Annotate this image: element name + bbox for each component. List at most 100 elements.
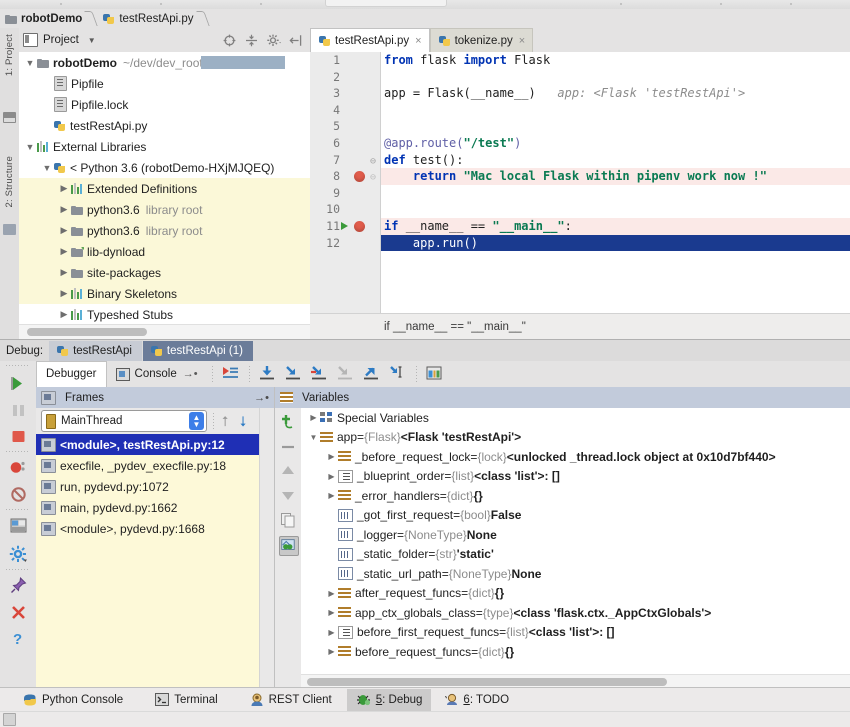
help-icon[interactable]: ? [9,629,28,648]
frames-list[interactable]: <module>, testRestApi.py:12execfile, _py… [36,434,260,689]
view-breakpoints-icon[interactable] [9,458,28,477]
step-over-icon[interactable] [258,364,278,384]
code-line[interactable]: 10 [310,201,850,218]
frame-item[interactable]: main, pydevd.py:1662 [36,497,260,518]
tab-debugger[interactable]: Debugger [36,361,107,388]
move-down-icon[interactable]: ⭣ [240,413,247,430]
code-line[interactable]: 7⊖def test(): [310,152,850,169]
twisty-right-icon[interactable] [57,225,71,236]
editor-tab-testrestapi[interactable]: testRestApi.py × [310,28,430,52]
breadcrumb-item-project[interactable]: robotDemo [0,9,98,28]
variable-row[interactable]: ▶before_request_funcs = {dict} {} [301,642,850,662]
variable-row[interactable]: ▶after_request_funcs = {dict} {} [301,584,850,604]
run-tab-testrestapi-1[interactable]: testRestApi (1) [143,341,253,361]
code-line[interactable]: 12 app.run() [310,235,850,252]
move-up-icon[interactable]: ⭡ [222,413,229,430]
frame-item[interactable]: execfile, _pydev_execfile.py:18 [36,455,260,476]
step-into-my-code-icon[interactable] [310,364,330,384]
variables-tree[interactable]: ▶Special Variables▼app = {Flask} <Flask … [301,408,850,675]
twisty-right-icon[interactable]: ▶ [307,413,320,422]
tree-item[interactable]: python3.6library root [19,199,310,220]
variable-row[interactable]: ▼app = {Flask} <Flask 'testRestApi'> [301,428,850,448]
status-bar-button-6-todo[interactable]: 6: TODO [435,689,518,711]
run-tab-testrestapi[interactable]: testRestApi [49,341,142,361]
remove-watch-icon[interactable] [279,438,297,456]
code-line[interactable]: 9 [310,185,850,202]
resume-program-icon[interactable] [9,374,28,393]
code-fold-icon[interactable]: ⊖ [370,154,380,166]
status-bar-button-5-debug[interactable]: 5: Debug [347,689,432,711]
restore-layout-icon[interactable] [9,516,28,535]
variable-row[interactable]: ▶app_ctx_globals_class = {type} <class '… [301,603,850,623]
stop-icon[interactable] [9,427,28,446]
tree-item[interactable]: Typeshed Stubs [19,304,310,325]
tree-item[interactable]: site-packages [19,262,310,283]
breakpoint-icon[interactable] [354,171,365,182]
show-execution-point-icon[interactable] [221,364,241,384]
editor-tab-tokenize[interactable]: tokenize.py × [430,28,534,52]
twisty-right-icon[interactable] [57,246,71,257]
code-line[interactable]: 1from flask import Flask [310,52,850,69]
copy-value-icon[interactable] [279,511,297,529]
twisty-right-icon[interactable] [57,183,71,194]
close-icon[interactable] [9,603,28,622]
twisty-right-icon[interactable]: ▶ [325,589,338,598]
tool-tab-structure[interactable]: 2: Structure [4,156,15,208]
code-line[interactable]: 11if __name__ == "__main__": [310,218,850,235]
pause-program-icon[interactable] [9,401,28,420]
twisty-right-icon[interactable]: ▶ [325,608,338,617]
code-line[interactable]: 4 [310,102,850,119]
variable-row[interactable]: _got_first_request = {bool} False [301,506,850,526]
twisty-right-icon[interactable] [57,267,71,278]
twisty-right-icon[interactable] [57,309,71,320]
twisty-down-icon[interactable] [23,58,37,68]
run-to-cursor-icon[interactable] [388,364,408,384]
twisty-down-icon[interactable]: ▼ [307,433,320,442]
tree-item[interactable]: robotDemo~/dev/dev_root [19,52,310,73]
project-tree-hscrollbar[interactable] [19,324,310,339]
tree-item[interactable]: Extended Definitions [19,178,310,199]
tab-console[interactable]: Console →• [107,362,207,387]
chevron-updown-icon[interactable]: ▲▼ [189,412,204,430]
code-line[interactable]: 8⊖ return "Mac local Flask within pipenv… [310,168,850,185]
tree-item[interactable]: < Python 3.6 (robotDemo-HXjMJQEQ) [19,157,310,178]
variable-row[interactable]: ▶_error_handlers = {dict} {} [301,486,850,506]
twisty-right-icon[interactable]: ▶ [325,647,338,656]
thread-selector[interactable]: MainThread ▲▼ [41,410,207,432]
twisty-right-icon[interactable]: ▶ [325,628,338,637]
status-bar-button-python-console[interactable]: Python Console [14,689,132,711]
frame-item[interactable]: <module>, testRestApi.py:12 [36,434,260,455]
code-editor[interactable]: 1from flask import Flask23app = Flask(__… [310,52,850,313]
breadcrumb-item-file[interactable]: testRestApi.py [98,9,209,28]
variable-row[interactable]: _static_folder = {str} 'static' [301,545,850,565]
frame-item[interactable]: <module>, pydevd.py:1668 [36,518,260,539]
collapse-all-icon[interactable] [245,34,258,47]
frame-item[interactable]: run, pydevd.py:1072 [36,476,260,497]
tree-item[interactable]: python3.6library root [19,220,310,241]
step-out-icon[interactable] [362,364,382,384]
tree-item[interactable]: External Libraries [19,136,310,157]
locate-icon[interactable] [223,34,236,47]
hide-panel-icon[interactable] [289,34,302,47]
chevron-down-icon[interactable]: ▼ [88,36,96,45]
close-icon[interactable]: × [415,35,421,47]
evaluate-expression-icon[interactable] [425,364,445,384]
memory-indicator-icon[interactable] [3,713,16,726]
code-line[interactable]: 5 [310,118,850,135]
status-bar-button-rest-client[interactable]: REST Client [241,689,341,711]
mute-breakpoints-icon[interactable] [9,485,28,504]
close-icon[interactable]: × [519,35,525,47]
tree-item[interactable]: testRestApi.py [19,115,310,136]
twisty-down-icon[interactable] [40,163,54,173]
variable-row[interactable]: ▶Special Variables [301,408,850,428]
variable-row[interactable]: ▶_blueprint_order = {list} <class 'list'… [301,467,850,487]
move-up-icon[interactable] [279,462,297,480]
code-line[interactable]: 3app = Flask(__name__) app: <Flask 'test… [310,85,850,102]
project-tree[interactable]: robotDemo~/dev/dev_rootPipfilePipfile.lo… [19,52,310,325]
variable-row[interactable]: _logger = {NoneType} None [301,525,850,545]
pin-tab-icon[interactable] [9,576,28,595]
twisty-right-icon[interactable]: ▶ [325,491,338,500]
tree-item[interactable]: Pipfile.lock [19,94,310,115]
twisty-down-icon[interactable] [23,142,37,152]
force-step-into-icon[interactable] [336,364,356,384]
